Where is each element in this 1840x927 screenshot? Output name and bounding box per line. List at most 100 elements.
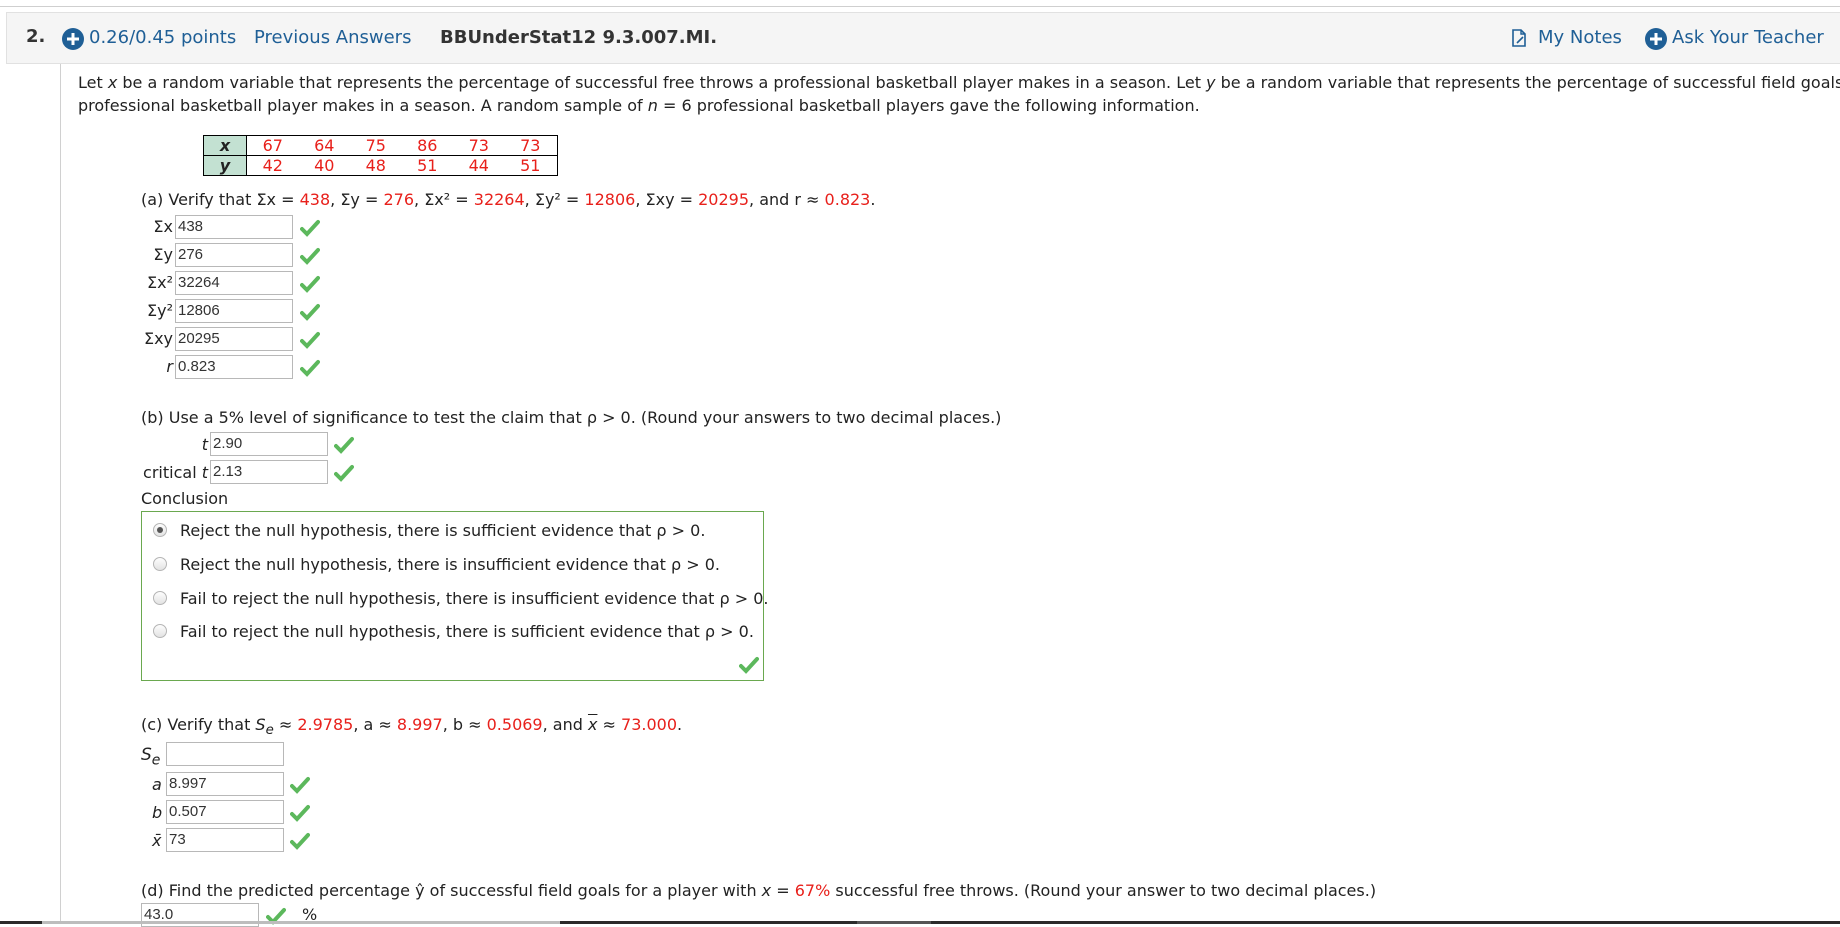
text: be a random variable that represents the… — [117, 73, 1207, 92]
given-value: 2.9785 — [297, 715, 354, 734]
sum-y2-input[interactable]: 12806 — [175, 299, 293, 323]
label-sum-x2: Σx² — [147, 273, 173, 292]
label-a: a — [152, 775, 162, 794]
text: = 6 professional basketball players gave… — [657, 96, 1200, 115]
correct-check-icon — [290, 776, 310, 794]
text: , and r ≈ — [749, 190, 825, 209]
x-value: 86 — [417, 136, 438, 155]
y-value: 44 — [468, 156, 489, 175]
radio-selected[interactable] — [153, 523, 167, 537]
var-x: x — [761, 881, 772, 900]
given-value: 438 — [299, 190, 331, 209]
var-n: n — [647, 96, 658, 115]
text: = — [771, 881, 795, 900]
se-input[interactable] — [166, 742, 284, 766]
y-value: 42 — [262, 156, 283, 175]
correct-check-icon — [300, 303, 320, 321]
text: , a ≈ — [353, 715, 397, 734]
label-sum-y: Σy — [153, 245, 173, 264]
given-value: 67% — [794, 881, 831, 900]
previous-answers-link[interactable]: Previous Answers — [254, 27, 411, 48]
subscript-e: e — [265, 723, 274, 739]
correct-check-icon — [290, 804, 310, 822]
part-a-prompt: (a) Verify that Σx = 438, Σy = 276, Σx² … — [141, 190, 875, 209]
text: critical — [143, 463, 202, 482]
x-value: 67 — [262, 136, 283, 155]
given-value: 8.997 — [396, 715, 443, 734]
label-se: Se — [141, 745, 161, 769]
radio-unselected[interactable] — [153, 591, 167, 605]
r-input[interactable]: 0.823 — [175, 355, 293, 379]
table-row-x: x 67 64 75 86 73 73 — [203, 135, 558, 156]
problem-text-line-1: Let x be a random variable that represen… — [78, 73, 1840, 92]
given-value: 276 — [383, 190, 415, 209]
text: , Σx² = — [414, 190, 474, 209]
ask-your-teacher-link[interactable]: Ask Your Teacher — [1672, 27, 1824, 48]
given-value: 20295 — [698, 190, 750, 209]
xbar-input[interactable]: 73 — [166, 828, 284, 852]
critical-t-input[interactable]: 2.13 — [210, 460, 328, 484]
part-c-prompt: (c) Verify that Se ≈ 2.9785, a ≈ 8.997, … — [141, 715, 682, 738]
radio-unselected[interactable] — [153, 557, 167, 571]
y-value: 51 — [520, 156, 541, 175]
a-input[interactable]: 8.997 — [166, 772, 284, 796]
text: , Σy = — [330, 190, 384, 209]
x-value: 73 — [468, 136, 489, 155]
text: . — [870, 190, 876, 209]
y-values: 42 40 48 51 44 51 — [246, 155, 558, 176]
text: ≈ — [597, 715, 622, 734]
text: professional basketball player makes in … — [78, 96, 648, 115]
sum-xy-input[interactable]: 20295 — [175, 327, 293, 351]
text: Σx = — [256, 190, 300, 209]
text: , Σy² = — [524, 190, 585, 209]
text: successful free throws. (Round your answ… — [830, 881, 1377, 900]
var-y: y — [1206, 73, 1216, 92]
content-left-rule — [60, 64, 61, 924]
radio-unselected[interactable] — [153, 624, 167, 638]
label-r: r — [166, 357, 173, 376]
text: (c) Verify that — [141, 715, 256, 734]
points-link[interactable]: 0.26/0.45 points — [89, 27, 236, 48]
conclusion-label: Conclusion — [141, 489, 229, 508]
problem-id: BBUnderStat12 9.3.007.MI. — [440, 27, 718, 48]
correct-check-icon — [300, 247, 320, 265]
given-value: 12806 — [584, 190, 636, 209]
x-value: 75 — [365, 136, 386, 155]
sum-x-input[interactable]: 438 — [175, 215, 293, 239]
y-value: 51 — [417, 156, 438, 175]
expand-points-icon[interactable] — [62, 28, 84, 50]
text: (d) Find the predicted percentage ŷ of s… — [141, 881, 762, 900]
row-header-x: x — [203, 135, 247, 156]
var-s: S — [255, 715, 266, 734]
ask-teacher-icon[interactable] — [1645, 28, 1667, 50]
option-label: Reject the null hypothesis, there is ins… — [180, 555, 720, 574]
x-values: 67 64 75 86 73 73 — [246, 135, 558, 156]
sum-y-input[interactable]: 276 — [175, 243, 293, 267]
option-label: Fail to reject the null hypothesis, ther… — [180, 622, 754, 641]
correct-check-icon — [300, 219, 320, 237]
question-number: 2. — [26, 26, 46, 47]
problem-text-line-2: professional basketball player makes in … — [78, 96, 1200, 115]
given-value: 32264 — [473, 190, 525, 209]
given-value: 0.5069 — [486, 715, 543, 734]
t-input[interactable]: 2.90 — [210, 432, 328, 456]
var-t: t — [201, 463, 208, 482]
label-t: t — [201, 435, 208, 454]
my-notes-link[interactable]: My Notes — [1538, 27, 1622, 48]
top-divider — [0, 6, 1840, 7]
label-critical-t: critical t — [143, 463, 208, 482]
conclusion-radio-group: Reject the null hypothesis, there is suf… — [141, 511, 768, 681]
label-xbar: x̄ — [152, 831, 162, 850]
text: be a random variable that represents the… — [1215, 73, 1840, 92]
correct-check-icon — [300, 331, 320, 349]
notes-icon[interactable] — [1512, 29, 1526, 47]
correct-check-icon — [334, 464, 354, 482]
sum-x2-input[interactable]: 32264 — [175, 271, 293, 295]
text: , Σxy = — [635, 190, 699, 209]
text: ≈ — [273, 715, 298, 734]
part-d-prompt: (d) Find the predicted percentage ŷ of s… — [141, 881, 1376, 900]
given-value: 73.000 — [621, 715, 677, 734]
b-input[interactable]: 0.507 — [166, 800, 284, 824]
correct-check-icon — [300, 275, 320, 293]
label-sum-x: Σx — [153, 217, 173, 236]
